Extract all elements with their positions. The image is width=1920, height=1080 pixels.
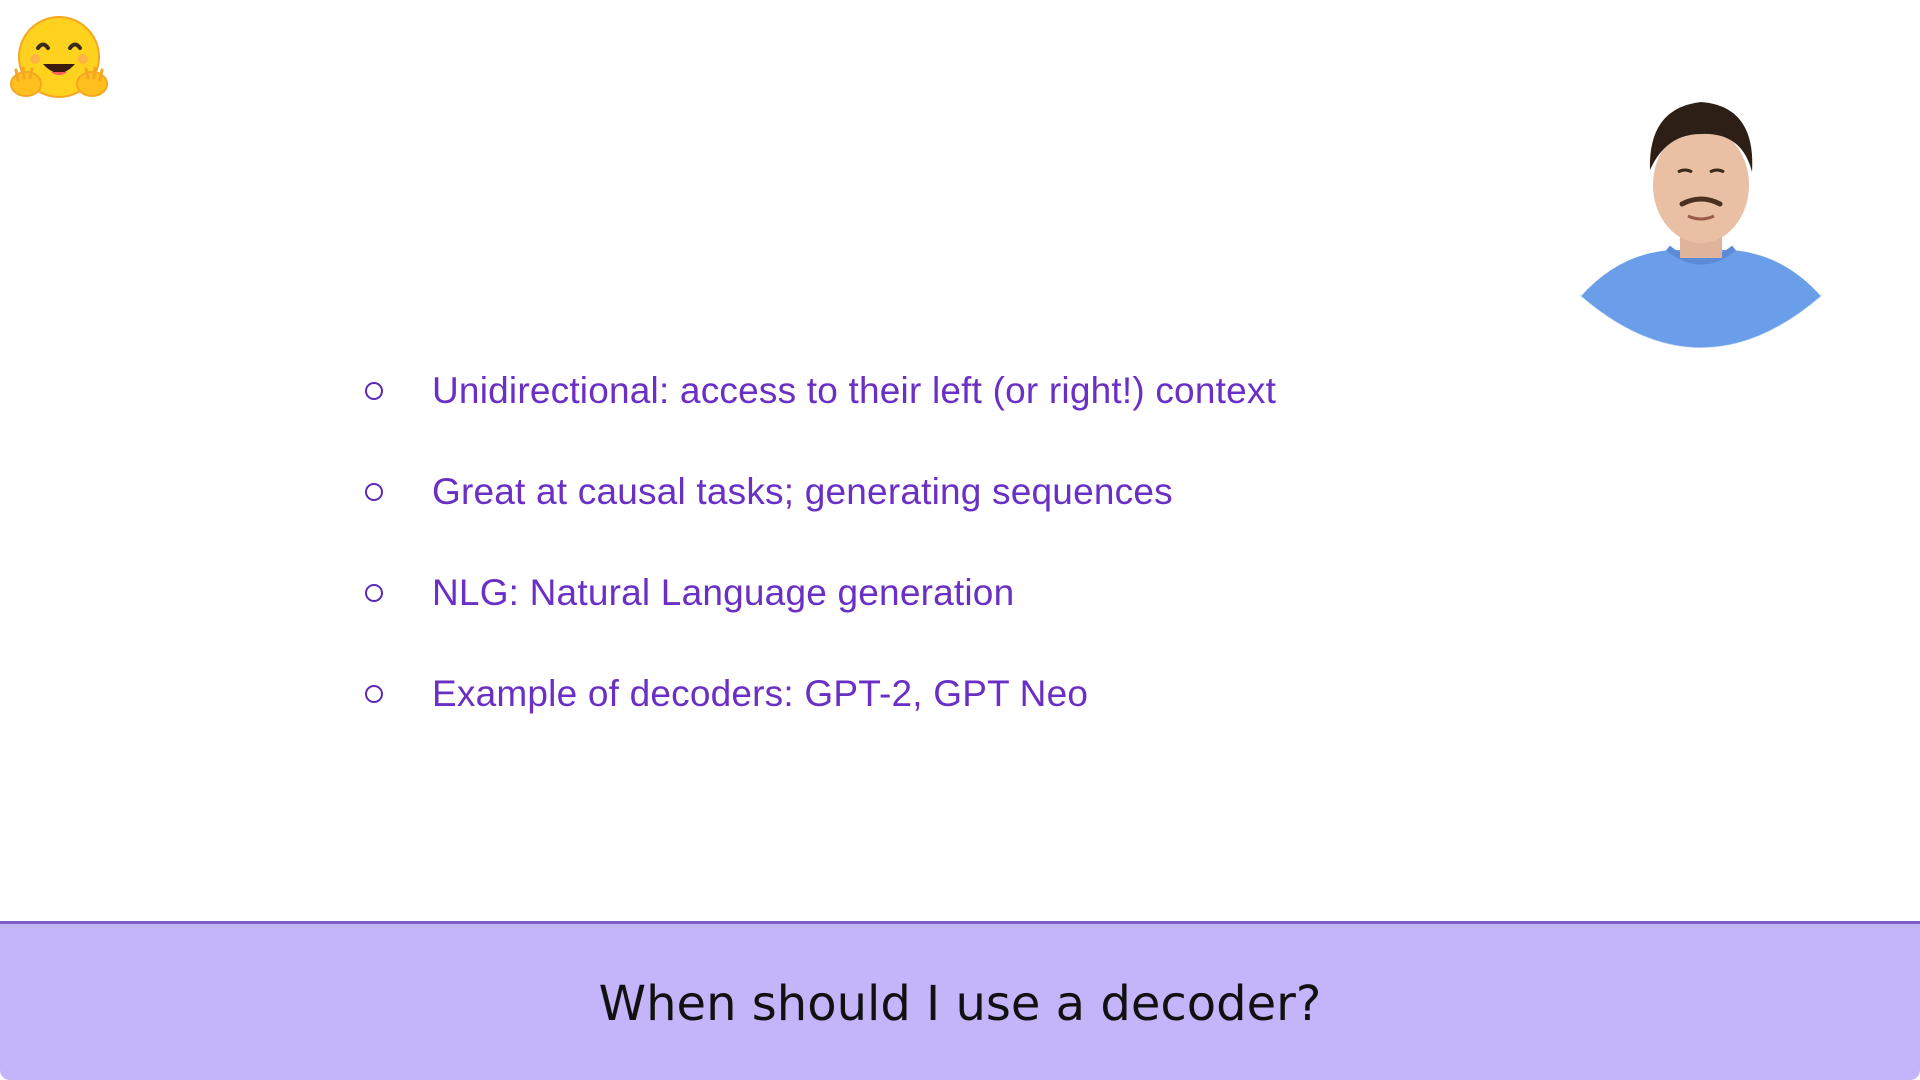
bullet-text: Example of decoders: GPT-2, GPT Neo [432,672,1089,714]
presenter-webcam-icon [1570,80,1832,355]
list-item: Unidirectional: access to their left (or… [360,340,1540,441]
hollow-circle-bullet-icon [365,684,383,703]
hugging-face-logo-icon [8,12,110,104]
list-item: Example of decoders: GPT-2, GPT Neo [360,643,1540,744]
bullet-text: Great at causal tasks; generating sequen… [432,470,1173,512]
video-frame: Unidirectional: access to their left (or… [0,0,1920,1080]
list-item: NLG: Natural Language generation [360,542,1540,643]
hollow-circle-bullet-icon [365,583,383,602]
bullet-text: NLG: Natural Language generation [432,571,1015,613]
list-item: Great at causal tasks; generating sequen… [360,441,1540,542]
bullet-list: Unidirectional: access to their left (or… [360,340,1540,744]
caption-bar: When should I use a decoder? [0,921,1920,1080]
bullet-text: Unidirectional: access to their left (or… [432,369,1277,411]
caption-text: When should I use a decoder? [598,976,1322,1032]
hollow-circle-bullet-icon [365,482,383,501]
hollow-circle-bullet-icon [365,381,383,400]
